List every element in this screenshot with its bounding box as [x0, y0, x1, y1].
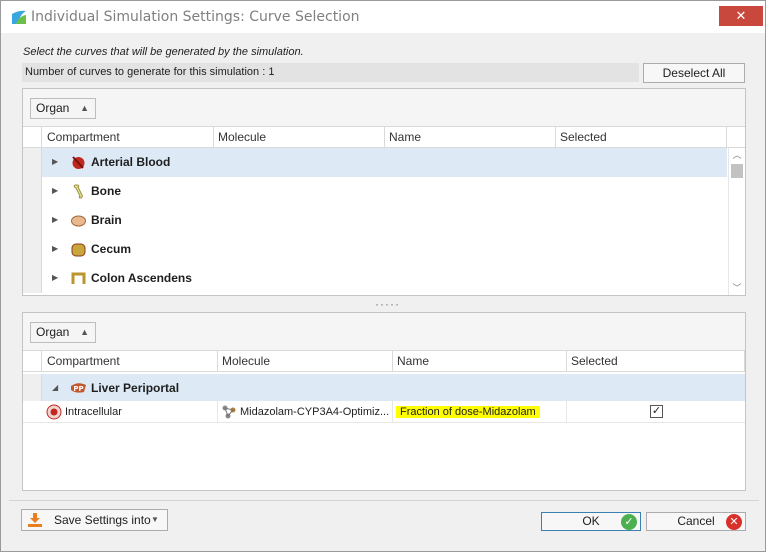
- liver-periportal-icon: PP: [71, 383, 86, 393]
- expand-arrow-icon[interactable]: ▶: [52, 157, 62, 167]
- column-header: Compartment Molecule Name Selected: [23, 127, 745, 148]
- scrollbar-thumb[interactable]: [731, 164, 743, 178]
- liver-periportal-badge: PP: [73, 385, 83, 393]
- molecule-cell: Midazolam-CYP3A4-Optimiz...: [218, 401, 393, 423]
- panel-splitter[interactable]: ·····: [375, 297, 400, 311]
- expand-arrow-icon[interactable]: ▶: [52, 215, 62, 225]
- column-selected[interactable]: Selected: [567, 351, 745, 372]
- group-row-bone[interactable]: ▶ Bone: [23, 177, 727, 206]
- group-label: Brain: [91, 213, 122, 227]
- molecule-value: Midazolam-CYP3A4-Optimiz...: [240, 406, 390, 418]
- app-logo-icon: [12, 10, 26, 24]
- group-label: Cecum: [91, 242, 132, 256]
- selected-curves-grid: Organ ▲ Compartment Molecule Name Select…: [22, 312, 746, 491]
- group-by-panel: Organ ▲: [23, 313, 745, 351]
- row-indent: [23, 264, 42, 293]
- group-by-label: Organ: [36, 325, 70, 339]
- save-settings-icon: [28, 513, 42, 527]
- ok-button[interactable]: OK ✓: [541, 512, 641, 531]
- vertical-scrollbar[interactable]: ︿ ﹀: [728, 148, 745, 295]
- title-bar: Individual Simulation Settings: Curve Se…: [1, 1, 765, 33]
- group-label: Arterial Blood: [91, 155, 171, 169]
- header-indent: [23, 351, 42, 372]
- bone-icon: [73, 184, 83, 199]
- organ-selection-grid: Organ ▲ Compartment Molecule Name Select…: [22, 88, 746, 296]
- dialog-window: Individual Simulation Settings: Curve Se…: [0, 0, 766, 552]
- group-by-organ-chip[interactable]: Organ ▲: [30, 322, 96, 343]
- colon-icon: [71, 272, 86, 284]
- group-label: Liver Periportal: [91, 381, 180, 395]
- column-molecule[interactable]: Molecule: [214, 127, 385, 148]
- expand-arrow-icon[interactable]: ▶: [52, 244, 62, 254]
- column-molecule[interactable]: Molecule: [218, 351, 393, 372]
- group-row-brain[interactable]: ▶ Brain: [23, 206, 727, 235]
- curve-row[interactable]: Intracellular Midazolam-CYP3A4-Optimiz..…: [23, 401, 745, 423]
- column-compartment[interactable]: Compartment: [43, 127, 214, 148]
- sort-ascending-icon[interactable]: ▲: [80, 323, 89, 342]
- selected-cell: ✓: [567, 401, 745, 423]
- header-indent: [23, 127, 42, 148]
- group-row-colon-ascendens[interactable]: ▶ Colon Ascendens: [23, 264, 727, 293]
- brain-icon: [71, 215, 86, 227]
- curve-name-value: Fraction of dose-Midazolam: [396, 406, 540, 418]
- scroll-down-icon[interactable]: ﹀: [729, 281, 745, 295]
- group-by-label: Organ: [36, 101, 70, 115]
- group-by-organ-chip[interactable]: Organ ▲: [30, 98, 96, 119]
- row-indent: [23, 148, 42, 177]
- window-title: Individual Simulation Settings: Curve Se…: [31, 9, 360, 25]
- intracellular-icon: [46, 404, 62, 420]
- cancel-label: Cancel: [677, 514, 715, 528]
- column-header: Compartment Molecule Name Selected: [23, 351, 745, 372]
- arterial-blood-icon: [72, 156, 85, 169]
- cancel-x-icon: ✕: [726, 514, 742, 530]
- column-name[interactable]: Name: [385, 127, 556, 148]
- row-indent: [23, 177, 42, 206]
- group-row-liver-periportal[interactable]: ◢ PP Liver Periportal: [23, 374, 745, 403]
- scroll-up-icon[interactable]: ︿: [729, 148, 745, 162]
- column-name[interactable]: Name: [393, 351, 567, 372]
- sort-ascending-icon[interactable]: ▲: [80, 99, 89, 118]
- group-by-panel: Organ ▲: [23, 89, 745, 127]
- name-cell[interactable]: Fraction of dose-Midazolam: [393, 401, 567, 423]
- curve-count-label: Number of curves to generate for this si…: [22, 63, 639, 82]
- column-compartment[interactable]: Compartment: [43, 351, 218, 372]
- row-indent: [23, 235, 42, 264]
- collapse-arrow-icon[interactable]: ◢: [52, 383, 62, 393]
- save-settings-label: Save Settings into: [54, 513, 151, 527]
- group-row-cecum[interactable]: ▶ Cecum: [23, 235, 727, 264]
- column-selected[interactable]: Selected: [556, 127, 727, 148]
- group-label: Bone: [91, 184, 121, 198]
- compartment-cell: Intracellular: [43, 401, 218, 423]
- dropdown-arrow-icon[interactable]: ▼: [151, 510, 165, 530]
- molecule-icon: [222, 405, 236, 419]
- checkmark-icon: ✓: [621, 514, 637, 530]
- expand-arrow-icon[interactable]: ▶: [52, 273, 62, 283]
- group-row-arterial-blood[interactable]: ▶ Arterial Blood: [23, 148, 727, 177]
- cecum-icon: [71, 243, 86, 257]
- instruction-text: Select the curves that will be generated…: [23, 46, 304, 58]
- selected-checkbox[interactable]: ✓: [650, 405, 663, 418]
- row-indent: [23, 374, 42, 403]
- close-button[interactable]: ✕: [719, 6, 763, 26]
- expand-arrow-icon[interactable]: ▶: [52, 186, 62, 196]
- cancel-button[interactable]: Cancel ✕: [646, 512, 746, 531]
- ok-label: OK: [582, 514, 600, 528]
- deselect-all-button[interactable]: Deselect All: [643, 63, 745, 83]
- compartment-value: Intracellular: [65, 406, 122, 418]
- group-label: Colon Ascendens: [91, 271, 192, 285]
- save-settings-button[interactable]: Save Settings into ▼: [21, 509, 168, 531]
- row-indent: [23, 206, 42, 235]
